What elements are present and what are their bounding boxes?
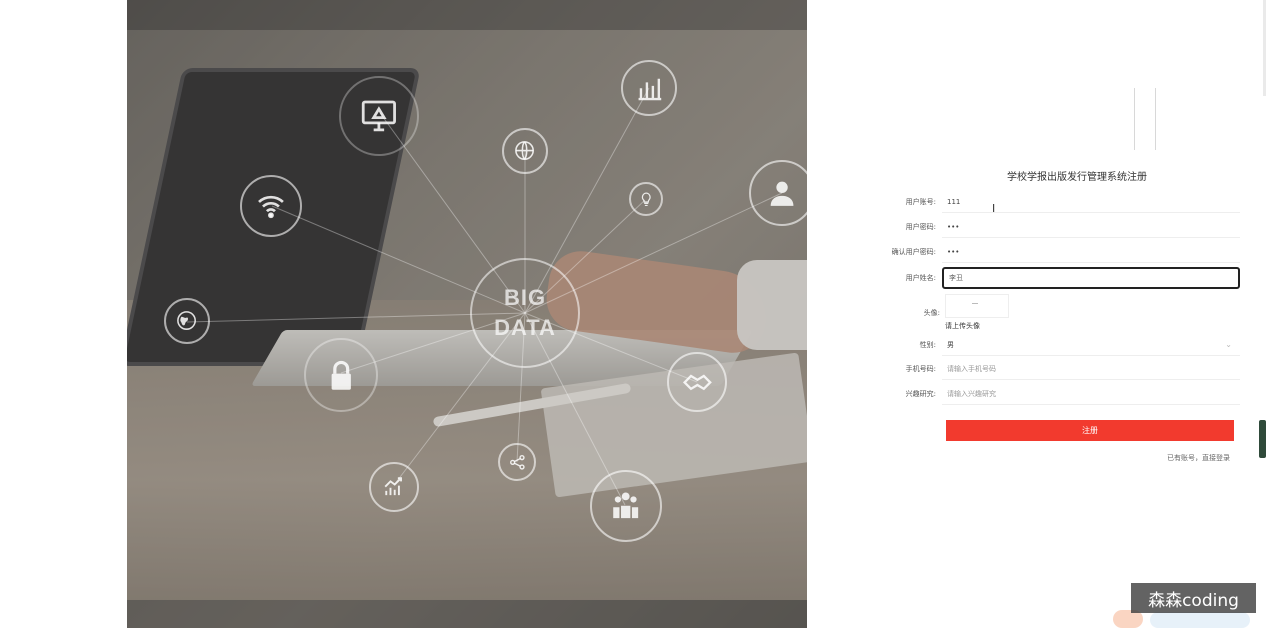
big-data-line2: DATA xyxy=(494,315,556,340)
interest-label: 兴趣研究: xyxy=(905,390,936,398)
password-label: 用户密码: xyxy=(905,223,936,231)
phone-row: 手机号码: 请输入手机号码 xyxy=(870,358,1240,380)
password-row: 用户密码: ••• xyxy=(870,216,1240,238)
big-data-line1: BIG xyxy=(503,285,547,310)
phone-label: 手机号码: xyxy=(905,365,936,373)
share-icon xyxy=(498,443,536,481)
avatar-upload[interactable] xyxy=(945,294,1009,318)
avatar-upload-text[interactable]: 请上传头像 xyxy=(945,321,980,331)
team-icon xyxy=(590,470,662,542)
wifi-icon xyxy=(240,175,302,237)
gender-row: 性别: 男 ⌄ xyxy=(870,334,1240,356)
register-button[interactable]: 注册 xyxy=(946,420,1234,441)
monitor-icon xyxy=(339,76,419,156)
password-input[interactable]: ••• xyxy=(942,216,1240,238)
growth-icon xyxy=(369,462,419,512)
phone-input[interactable]: 请输入手机号码 xyxy=(942,358,1240,380)
user-icon xyxy=(749,160,807,226)
network-lines xyxy=(186,87,783,506)
big-data-badge: BIG DATA xyxy=(470,258,580,368)
globe-icon xyxy=(502,128,548,174)
side-widget[interactable] xyxy=(1259,420,1266,458)
bulb-icon xyxy=(629,182,663,216)
world-icon xyxy=(164,298,210,344)
login-link[interactable]: 已有账号，直接登录 xyxy=(1167,453,1230,463)
account-row: 用户账号: 111 xyxy=(870,191,1240,213)
handshake-icon xyxy=(667,352,727,412)
register-panel: 学校学报出版发行管理系统注册 xyxy=(807,0,1266,628)
interest-row: 兴趣研究: 请输入兴趣研究 xyxy=(870,383,1240,405)
name-row: 用户姓名: 李丑 xyxy=(870,267,1240,289)
decor-blob xyxy=(1150,612,1250,628)
confirm-password-input[interactable]: ••• xyxy=(942,241,1240,263)
interest-input[interactable]: 请输入兴趣研究 xyxy=(942,383,1240,405)
chevron-down-icon: ⌄ xyxy=(1225,340,1232,349)
page-title: 学校学报出版发行管理系统注册 xyxy=(1007,172,1147,183)
gender-select[interactable]: 男 ⌄ xyxy=(942,334,1240,356)
gender-label: 性别: xyxy=(919,341,936,349)
name-input[interactable]: 李丑 xyxy=(942,267,1240,289)
account-label: 用户账号: xyxy=(905,198,936,206)
chart-icon xyxy=(621,60,677,116)
gender-value: 男 xyxy=(947,340,954,349)
account-input[interactable]: 111 xyxy=(942,191,1240,213)
name-label: 用户姓名: xyxy=(905,274,936,282)
divider-line xyxy=(1134,88,1135,150)
avatar-label: 头像: xyxy=(923,309,940,317)
confirm-password-row: 确认用户密码: ••• xyxy=(870,241,1240,263)
divider-line xyxy=(1155,88,1156,150)
watermark: 森森coding xyxy=(1131,583,1256,613)
text-cursor-icon: I xyxy=(992,202,996,215)
hero-image: BIG DATA xyxy=(127,0,807,628)
lock-icon xyxy=(304,338,378,412)
confirm-password-label: 确认用户密码: xyxy=(891,248,936,256)
